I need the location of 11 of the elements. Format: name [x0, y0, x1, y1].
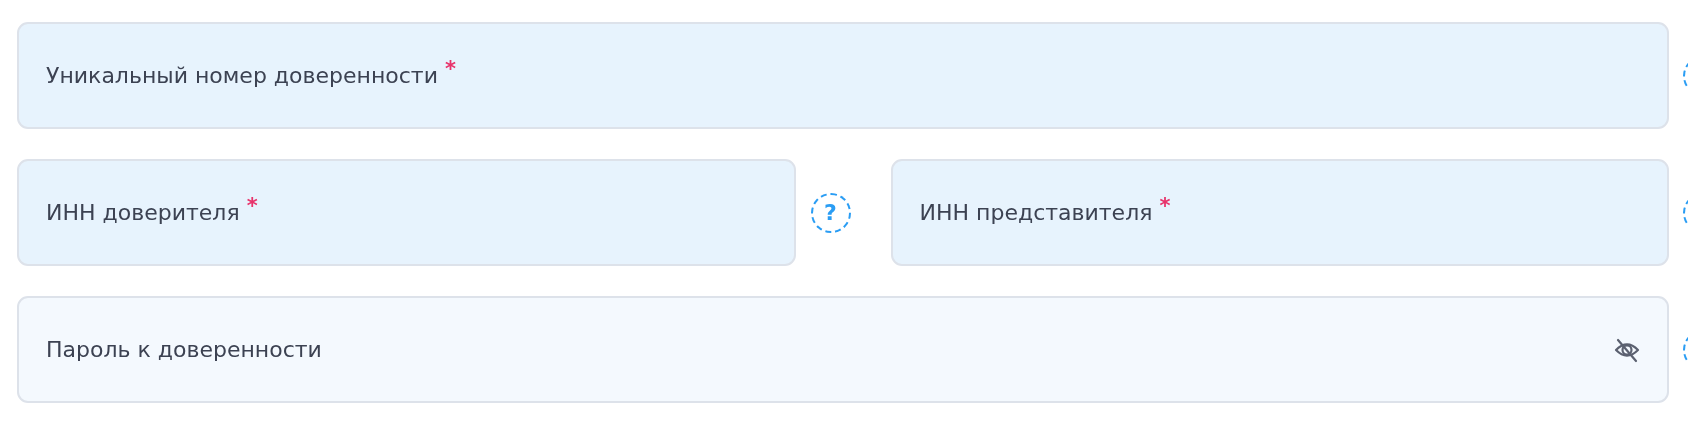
- field-label: Пароль к доверенности: [46, 337, 322, 362]
- input-field[interactable]: ИНН доверителя *: [17, 159, 796, 266]
- field-label: Уникальный номер доверенности: [46, 63, 438, 88]
- required-mark: *: [246, 194, 258, 218]
- required-mark: *: [1159, 194, 1171, 218]
- field-label: ИНН доверителя: [46, 200, 240, 225]
- field-label: ИНН представителя: [919, 200, 1153, 225]
- input-field[interactable]: ИНН представителя *: [890, 159, 1669, 266]
- required-mark: *: [445, 57, 456, 81]
- input-field[interactable]: Уникальный номер доверенности *: [17, 22, 1669, 129]
- password-field[interactable]: Пароль к доверенности: [17, 296, 1669, 403]
